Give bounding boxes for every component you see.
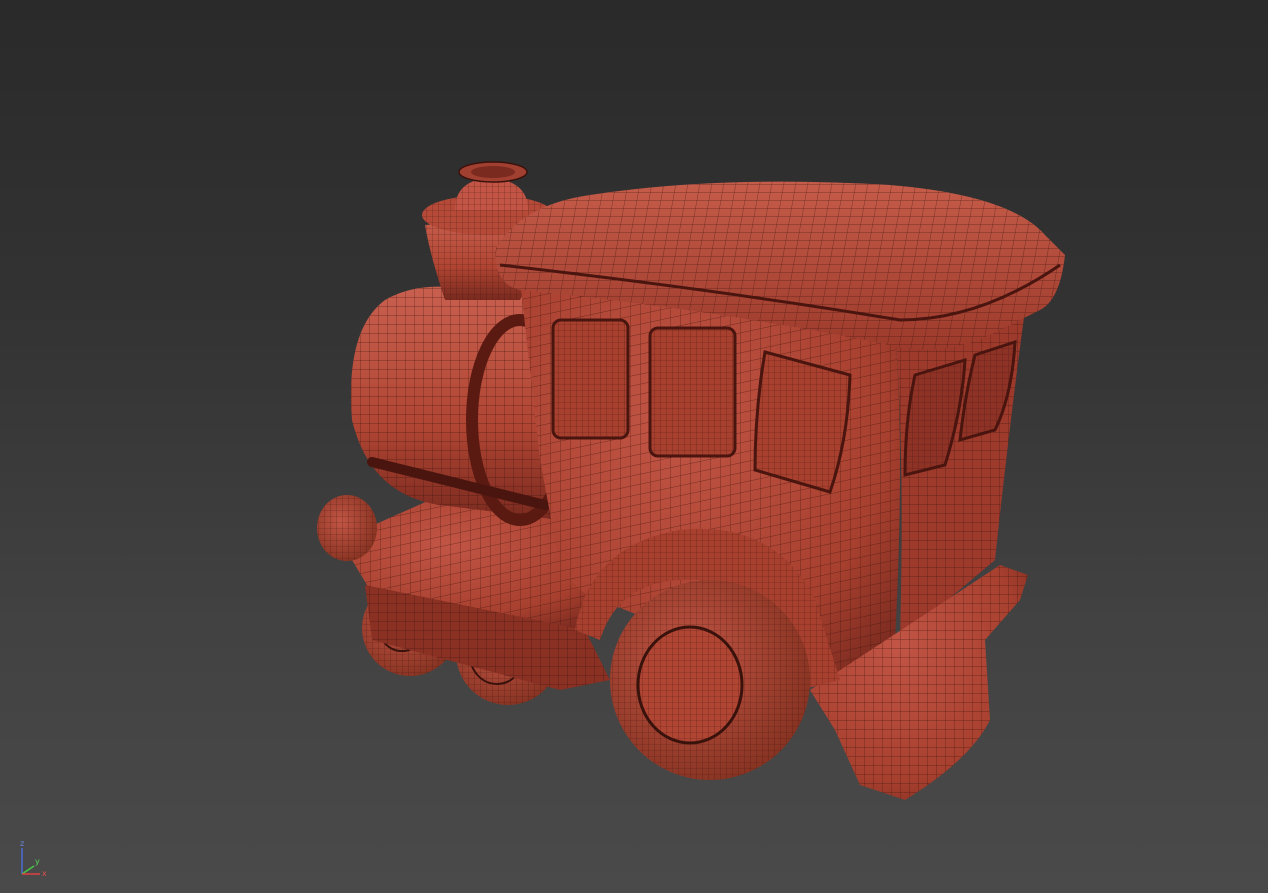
train-model-wireframe[interactable] [0, 0, 1268, 893]
axis-gizmo: z y x [20, 839, 47, 878]
z-axis-label: z [20, 839, 24, 848]
cab-window-1 [551, 318, 630, 440]
3d-viewport[interactable]: z y x [0, 0, 1268, 893]
y-axis-label: y [35, 857, 40, 866]
rear-big-wheel [610, 580, 810, 780]
front-buffer [317, 495, 377, 561]
cab-window-3 [753, 350, 852, 494]
x-axis-label: x [42, 869, 47, 878]
y-axis-line [21, 865, 35, 875]
cab-window-2 [648, 326, 737, 458]
